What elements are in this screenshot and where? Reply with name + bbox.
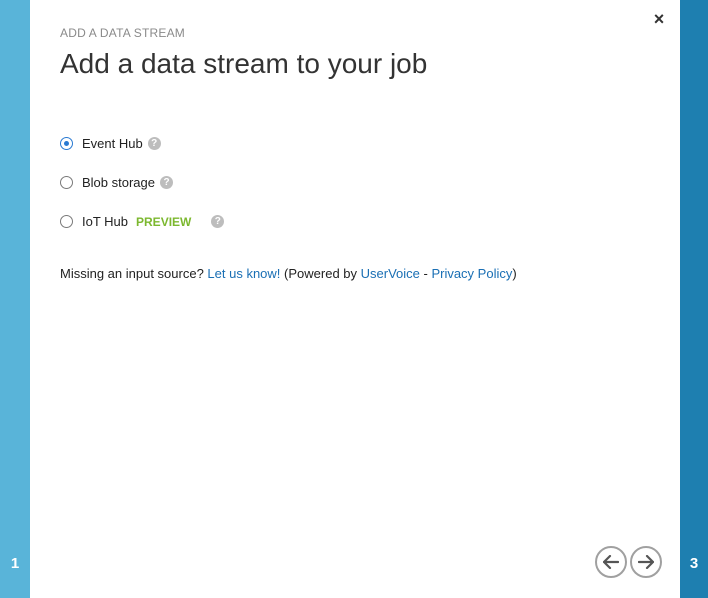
input-source-options: Event Hub ? Blob storage ? IoT Hub PREVI… bbox=[60, 133, 225, 250]
radio-iot-hub[interactable] bbox=[60, 215, 73, 228]
option-label[interactable]: Event Hub bbox=[82, 136, 143, 151]
option-blob-storage[interactable]: Blob storage ? bbox=[60, 172, 224, 193]
radio-event-hub[interactable] bbox=[60, 137, 73, 150]
dialog-eyebrow: ADD A DATA STREAM bbox=[60, 26, 185, 40]
uservoice-link[interactable]: UserVoice bbox=[361, 266, 420, 281]
next-button[interactable] bbox=[630, 546, 662, 578]
note-suffix: ) bbox=[512, 266, 517, 281]
help-icon[interactable]: ? bbox=[160, 176, 173, 189]
back-button[interactable] bbox=[595, 546, 627, 578]
left-step-rail[interactable]: 1 bbox=[0, 0, 30, 598]
option-event-hub[interactable]: Event Hub ? bbox=[60, 133, 224, 154]
note-prefix: Missing an input source? bbox=[60, 266, 208, 281]
note-separator: - bbox=[419, 266, 432, 281]
preview-badge: PREVIEW bbox=[136, 214, 192, 229]
radio-blob-storage[interactable] bbox=[60, 176, 73, 189]
note-middle: (Powered by bbox=[280, 266, 361, 281]
let-us-know-link[interactable]: Let us know! bbox=[207, 266, 280, 281]
help-icon[interactable]: ? bbox=[147, 137, 161, 150]
help-icon[interactable]: ? bbox=[211, 215, 225, 228]
wizard-nav bbox=[595, 546, 662, 578]
dialog-title: Add a data stream to your job bbox=[60, 48, 428, 79]
arrow-right-icon bbox=[638, 555, 654, 569]
missing-source-note: Missing an input source? Let us know! (P… bbox=[60, 266, 517, 281]
option-label[interactable]: Blob storage bbox=[82, 175, 155, 190]
step-number-right: 3 bbox=[689, 555, 699, 572]
option-label[interactable]: IoT Hub bbox=[82, 214, 128, 229]
arrow-left-icon bbox=[603, 555, 619, 569]
privacy-policy-link[interactable]: Privacy Policy bbox=[431, 266, 512, 281]
close-icon[interactable]: × bbox=[651, 10, 667, 28]
dialog-panel: × ADD A DATA STREAM Add a data stream to… bbox=[30, 0, 680, 598]
step-number-left: 1 bbox=[10, 555, 20, 572]
option-iot-hub[interactable]: IoT Hub PREVIEW ? bbox=[60, 211, 225, 232]
right-step-rail[interactable]: 3 bbox=[680, 0, 708, 598]
